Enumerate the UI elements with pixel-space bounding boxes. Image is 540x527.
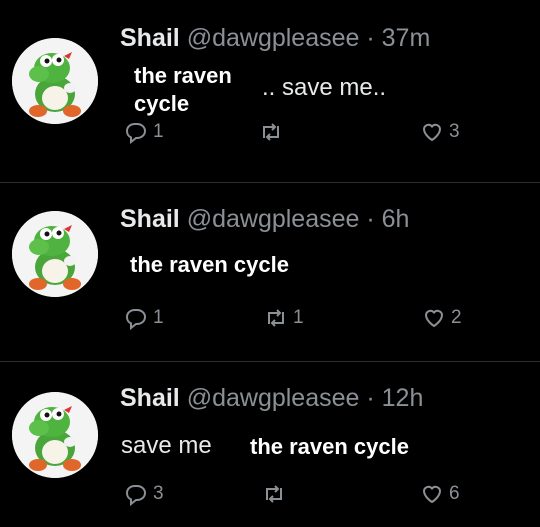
tweet-header: Shail @dawgpleasee · 6h bbox=[120, 205, 409, 234]
overlay-caption: the raven cycle bbox=[134, 63, 232, 116]
reply-icon bbox=[125, 123, 147, 144]
retweet-icon bbox=[266, 485, 282, 503]
heart-icon bbox=[422, 123, 442, 142]
tweet-text: save me bbox=[121, 432, 212, 459]
retweet-icon bbox=[263, 123, 279, 141]
tweet-3[interactable]: Shail @dawgpleasee · 12h save me the rav… bbox=[0, 362, 540, 527]
like-button[interactable]: 6 bbox=[420, 482, 460, 506]
heart-icon bbox=[422, 485, 442, 504]
retweet-icon bbox=[268, 309, 284, 327]
tweet-header: Shail @dawgpleasee · 12h bbox=[120, 384, 423, 413]
handle[interactable]: @dawgpleasee bbox=[187, 205, 360, 233]
overlay-caption: the raven cycle bbox=[130, 252, 289, 277]
avatar[interactable] bbox=[12, 211, 98, 297]
yoshi-avatar-icon bbox=[12, 211, 98, 297]
timestamp[interactable]: 37m bbox=[382, 24, 431, 52]
reply-count: 1 bbox=[153, 121, 164, 142]
timestamp[interactable]: 12h bbox=[382, 384, 424, 412]
like-count: 6 bbox=[449, 483, 460, 504]
avatar[interactable] bbox=[12, 38, 98, 124]
like-button[interactable]: 3 bbox=[420, 120, 460, 144]
display-name[interactable]: Shail bbox=[120, 384, 180, 412]
retweet-button[interactable]: 1 bbox=[264, 306, 304, 330]
overlay-caption: the raven cycle bbox=[250, 434, 409, 459]
retweet-button[interactable] bbox=[262, 482, 291, 506]
reply-button[interactable]: 1 bbox=[124, 306, 164, 330]
retweet-count: 1 bbox=[293, 307, 304, 328]
reply-button[interactable]: 1 bbox=[124, 120, 164, 144]
yoshi-avatar-icon bbox=[12, 38, 98, 124]
separator-dot: · bbox=[366, 24, 375, 52]
display-name[interactable]: Shail bbox=[120, 205, 180, 233]
display-name[interactable]: Shail bbox=[120, 24, 180, 52]
tweet-header: Shail @dawgpleasee · 37m bbox=[120, 24, 430, 53]
tweet-1[interactable]: Shail @dawgpleasee · 37m the raven cycle… bbox=[0, 0, 540, 182]
heart-icon bbox=[424, 309, 444, 328]
reply-count: 1 bbox=[153, 307, 164, 328]
yoshi-avatar-icon bbox=[12, 392, 98, 478]
tweet-text: .. save me.. bbox=[262, 74, 387, 101]
avatar[interactable] bbox=[12, 392, 98, 478]
reply-button[interactable]: 3 bbox=[124, 482, 164, 506]
reply-icon bbox=[125, 485, 147, 506]
handle[interactable]: @dawgpleasee bbox=[187, 384, 360, 412]
like-button[interactable]: 2 bbox=[422, 306, 462, 330]
reply-count: 3 bbox=[153, 483, 164, 504]
reply-icon bbox=[125, 309, 147, 330]
separator-dot: · bbox=[366, 384, 375, 412]
like-count: 3 bbox=[449, 121, 460, 142]
timestamp[interactable]: 6h bbox=[382, 205, 410, 233]
like-count: 2 bbox=[451, 307, 462, 328]
separator-dot: · bbox=[366, 205, 375, 233]
tweet-2[interactable]: Shail @dawgpleasee · 6h the raven cycle … bbox=[0, 183, 540, 361]
handle[interactable]: @dawgpleasee bbox=[187, 24, 360, 52]
retweet-button[interactable] bbox=[259, 120, 288, 144]
